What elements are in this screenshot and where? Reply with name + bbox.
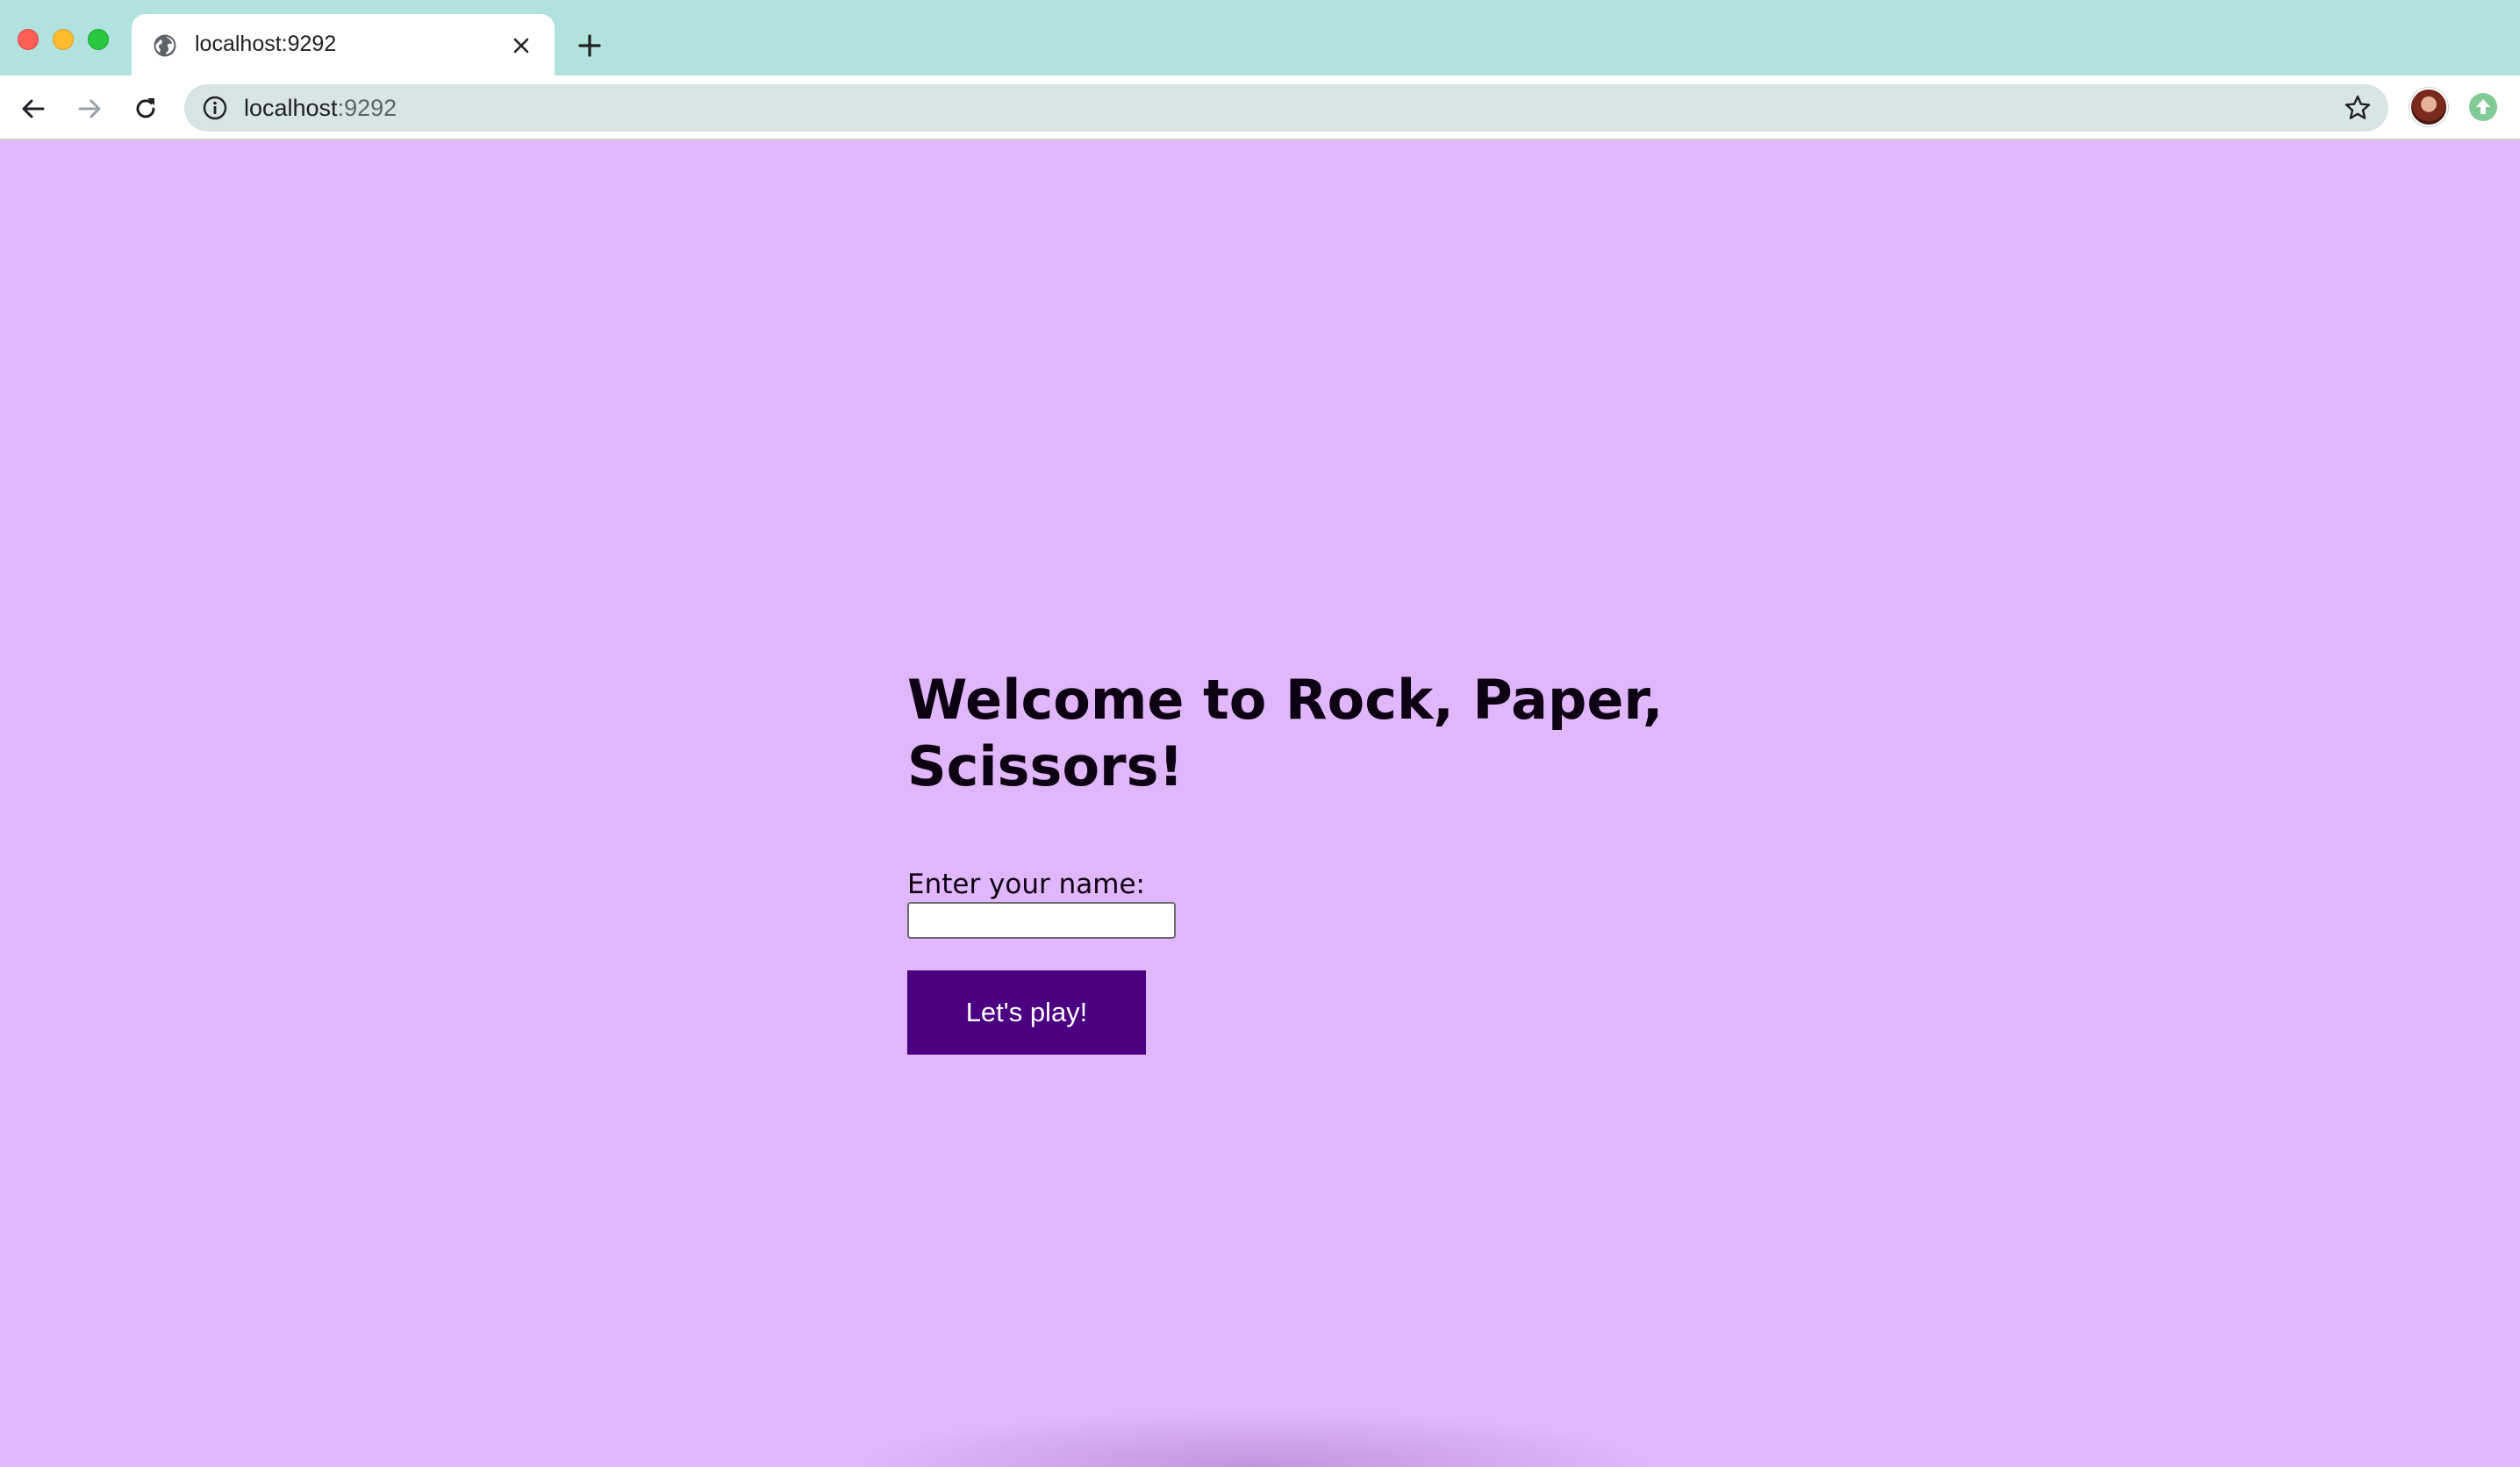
page-title: Welcome to Rock, Paper, Scissors! xyxy=(907,668,1664,798)
arrow-left-icon[interactable] xyxy=(19,95,47,123)
browser-toolbar: localhost:9292 xyxy=(0,75,2520,140)
tab-title: localhost:9292 xyxy=(195,32,337,56)
page-body: Welcome to Rock, Paper, Scissors! Enter … xyxy=(0,140,2520,1467)
play-button[interactable]: Let's play! xyxy=(907,970,1146,1055)
browser-tab[interactable]: localhost:9292 xyxy=(132,14,555,75)
star-icon[interactable] xyxy=(2343,93,2373,123)
avatar[interactable] xyxy=(2409,88,2448,126)
name-label: Enter your name: xyxy=(907,869,1145,900)
url-port: :9292 xyxy=(337,95,397,121)
address-bar[interactable]: localhost:9292 xyxy=(184,84,2388,132)
plus-icon[interactable] xyxy=(576,32,604,60)
url-host: localhost xyxy=(244,95,338,121)
arrow-right-icon[interactable] xyxy=(75,95,104,123)
tab-strip: localhost:9292 xyxy=(0,0,2520,75)
window-minimize-button[interactable] xyxy=(53,29,74,50)
bottom-shadow xyxy=(860,1411,1650,1467)
name-input[interactable] xyxy=(907,902,1176,939)
close-icon[interactable] xyxy=(511,35,532,56)
welcome-form: Welcome to Rock, Paper, Scissors! Enter … xyxy=(907,667,1697,1055)
update-icon[interactable] xyxy=(2467,91,2499,123)
info-icon[interactable] xyxy=(202,95,228,121)
reload-icon[interactable] xyxy=(132,95,160,123)
globe-icon xyxy=(154,34,176,57)
browser-window: localhost:9292 localhost:9292 Welcome to… xyxy=(0,0,2520,1467)
window-maximize-button[interactable] xyxy=(88,29,109,50)
url-text[interactable]: localhost:9292 xyxy=(244,95,397,122)
window-close-button[interactable] xyxy=(18,29,39,50)
